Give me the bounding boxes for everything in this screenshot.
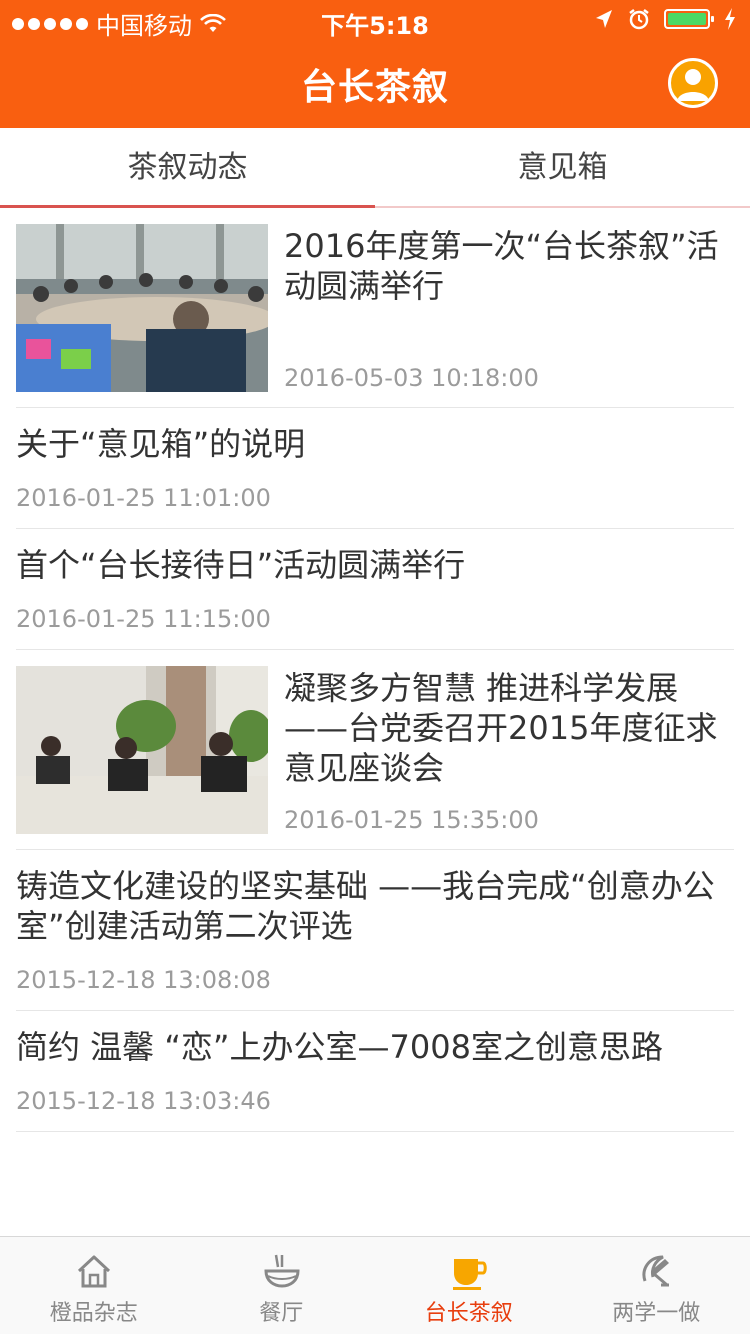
nav-label: 两学一做 xyxy=(612,1301,701,1326)
news-time: 2016-01-25 11:15:00 xyxy=(16,605,271,633)
news-item[interactable]: 铸造文化建设的坚实基础 ——我台完成“创意办公室”创建活动第二次评选 2015-… xyxy=(16,850,734,1011)
news-thumbnail-forum xyxy=(16,666,268,834)
home-icon xyxy=(77,1255,111,1288)
news-thumbnail-meeting xyxy=(16,224,268,392)
nav-label: 橙品杂志 xyxy=(49,1301,138,1326)
status-bar: 中国移动 下午5:18 xyxy=(0,0,750,40)
user-avatar-icon[interactable] xyxy=(668,58,718,108)
news-title: 铸造文化建设的坚实基础 ——我台完成“创意办公室”创建活动第二次评选 xyxy=(16,867,715,945)
nav-tab-magazine[interactable]: 橙品杂志 xyxy=(0,1237,188,1334)
nav-tab-restaurant[interactable]: 餐厅 xyxy=(188,1237,376,1334)
news-title: 凝聚多方智慧 推进科学发展 ——台党委召开2015年度征求意见座谈会 xyxy=(284,669,718,787)
news-time: 2016-01-25 11:01:00 xyxy=(16,484,271,512)
charging-bolt-icon xyxy=(725,8,735,30)
nav-tab-study[interactable]: 两学一做 xyxy=(563,1237,750,1334)
news-title: 2016年度第一次“台长茶叙”活动圆满举行 xyxy=(284,227,719,305)
news-title: 关于“意见箱”的说明 xyxy=(16,425,306,463)
news-title: 首个“台长接待日”活动圆满举行 xyxy=(16,546,466,584)
location-arrow-icon xyxy=(596,10,612,28)
tab-bar: 茶叙动态 意见箱 xyxy=(0,128,750,208)
tab-suggestion-box[interactable]: 意见箱 xyxy=(375,128,750,208)
battery-icon xyxy=(664,9,714,29)
news-item[interactable]: 凝聚多方智慧 推进科学发展 ——台党委召开2015年度征求意见座谈会 2016-… xyxy=(16,650,734,850)
news-item[interactable]: 简约 温馨 “恋”上办公室—7008室之创意思路 2015-12-18 13:0… xyxy=(16,1011,734,1132)
alarm-clock-icon xyxy=(629,9,649,30)
news-item[interactable]: 2016年度第一次“台长茶叙”活动圆满举行 2016-05-03 10:18:0… xyxy=(16,208,734,408)
nav-label: 台长茶叙 xyxy=(424,1301,513,1326)
tea-cup-icon xyxy=(453,1259,487,1290)
app-header: 中国移动 下午5:18 台长茶叙 xyxy=(0,0,750,128)
news-time: 2016-01-25 15:35:00 xyxy=(284,806,539,834)
news-title: 简约 温馨 “恋”上办公室—7008室之创意思路 xyxy=(16,1028,663,1066)
page-title: 台长茶叙 xyxy=(300,67,449,108)
news-item[interactable]: 关于“意见箱”的说明 2016-01-25 11:01:00 xyxy=(16,408,734,529)
tab-tea-news[interactable]: 茶叙动态 xyxy=(0,128,375,208)
person-icon xyxy=(677,69,709,101)
nav-label: 餐厅 xyxy=(259,1301,304,1326)
news-item[interactable]: 首个“台长接待日”活动圆满举行 2016-01-25 11:15:00 xyxy=(16,529,734,650)
news-time: 2015-12-18 13:08:08 xyxy=(16,966,271,994)
bottom-tab-bar: 橙品杂志 餐厅 台长茶叙 两学一做 xyxy=(0,1236,750,1334)
party-emblem-icon xyxy=(642,1255,669,1287)
news-list: 2016年度第一次“台长茶叙”活动圆满举行 2016-05-03 10:18:0… xyxy=(16,208,734,1132)
bowl-icon xyxy=(263,1254,300,1288)
status-right xyxy=(594,8,736,30)
nav-tab-tea-talk[interactable]: 台长茶叙 xyxy=(375,1237,563,1334)
news-time: 2015-12-18 13:03:46 xyxy=(16,1087,271,1115)
news-time: 2016-05-03 10:18:00 xyxy=(284,364,539,392)
